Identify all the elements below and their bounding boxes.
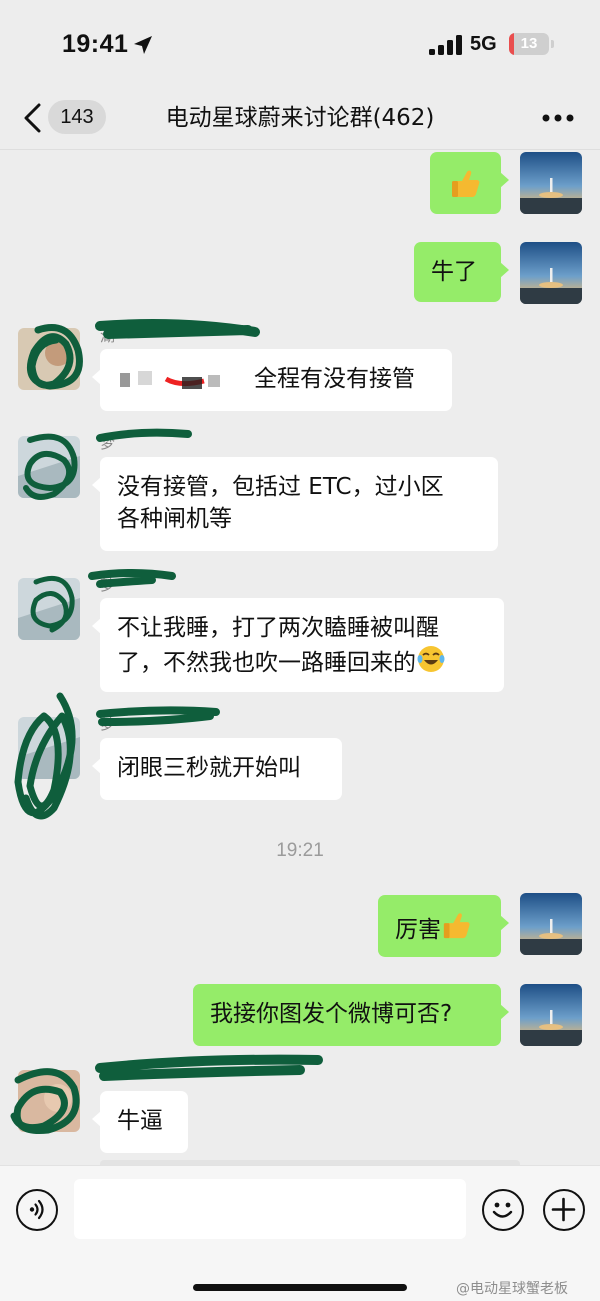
message-timestamp: 19:21: [276, 840, 324, 861]
message-bubble-incoming[interactable]: 不让我睡，打了两次瞌睡被叫醒 了，不然我也吹一路睡回来的: [92, 598, 504, 692]
battery-cap: [551, 40, 554, 48]
status-time: 19:41: [62, 30, 129, 58]
message-text: 全程有没有接管: [254, 366, 415, 392]
avatar-self[interactable]: [520, 242, 582, 304]
message-bubble-incoming[interactable]: 牛逼: [92, 1091, 188, 1153]
location-arrow-icon: [134, 36, 152, 54]
status-bar: 19:41 5G 13: [0, 0, 600, 90]
sender-name: 梦: [100, 715, 116, 733]
plus-icon[interactable]: [543, 1189, 585, 1231]
message-text-line: 各种闸机等: [117, 506, 232, 532]
message-bubble-incoming[interactable]: 没有接管，包括过 ETC，过小区 各种闸机等: [92, 457, 498, 551]
chat-header: 143 电动星球蔚来讨论群(462): [0, 90, 600, 150]
message-text: 厉害: [395, 917, 441, 943]
emoji-face-icon[interactable]: [482, 1189, 524, 1231]
laughing-tears-icon: [417, 646, 445, 672]
message-bubble-outgoing[interactable]: 我接你图发个微博可否?: [193, 984, 509, 1046]
message-bubble-incoming[interactable]: 全程有没有接管: [92, 349, 452, 411]
redaction-mark: [120, 371, 220, 389]
message-bubble-outgoing[interactable]: 牛了: [414, 242, 509, 302]
network-type: 5G: [470, 33, 497, 55]
sender-name: 湖: [100, 327, 116, 345]
home-indicator: [193, 1284, 407, 1291]
avatar-member[interactable]: [18, 328, 80, 390]
avatar-member[interactable]: [18, 436, 80, 498]
message-text: 牛逼: [117, 1108, 163, 1134]
message-text-line: 没有接管，包括过 ETC，过小区: [117, 474, 444, 500]
voice-icon[interactable]: [16, 1189, 58, 1231]
avatar-self[interactable]: [520, 152, 582, 214]
avatar-member[interactable]: [18, 578, 80, 640]
message-text-line: 不让我睡，打了两次瞌睡被叫醒: [117, 615, 439, 641]
message-bubble-incoming[interactable]: 闭眼三秒就开始叫: [92, 738, 342, 800]
message-bubble-outgoing[interactable]: [430, 152, 509, 214]
rocket-landing-photo: [520, 152, 582, 214]
member-photo: [18, 328, 80, 390]
battery-icon: 13: [509, 33, 549, 55]
thumbs-up-icon: [451, 170, 479, 197]
rocket-landing-photo: [520, 242, 582, 304]
message-text: 牛了: [431, 259, 477, 285]
signal-bars-icon: [429, 35, 462, 55]
thumbs-up-icon: [443, 913, 470, 939]
watermark: @电动星球蟹老板: [456, 1281, 568, 1297]
message-input[interactable]: [74, 1179, 466, 1239]
avatar-self[interactable]: [520, 984, 582, 1046]
avatar-self[interactable]: [520, 893, 582, 955]
message-bubble-outgoing[interactable]: 厉害: [378, 895, 509, 957]
rocket-landing-photo: [520, 893, 582, 955]
avatar-member[interactable]: [18, 717, 80, 779]
more-dots-icon[interactable]: [541, 113, 575, 123]
message-text-line: 了，不然我也吹一路睡回来的: [117, 650, 416, 676]
message-text: 闭眼三秒就开始叫: [117, 755, 301, 781]
chevron-left-icon[interactable]: [22, 102, 44, 134]
unread-count-badge[interactable]: 143: [48, 100, 106, 134]
sender-name: 梦: [100, 434, 116, 452]
member-photo: [18, 436, 80, 498]
member-photo: [18, 578, 80, 640]
rocket-landing-photo: [520, 984, 582, 1046]
member-photo: [18, 1070, 80, 1132]
sender-name: 梦: [100, 576, 116, 594]
member-photo: [18, 717, 80, 779]
chat-title: 电动星球蔚来讨论群(462): [165, 105, 435, 131]
input-bar: @电动星球蟹老板: [0, 1165, 600, 1301]
message-text: 我接你图发个微博可否?: [210, 1001, 453, 1027]
battery-level: 13: [520, 35, 538, 52]
avatar-member[interactable]: [18, 1070, 80, 1132]
